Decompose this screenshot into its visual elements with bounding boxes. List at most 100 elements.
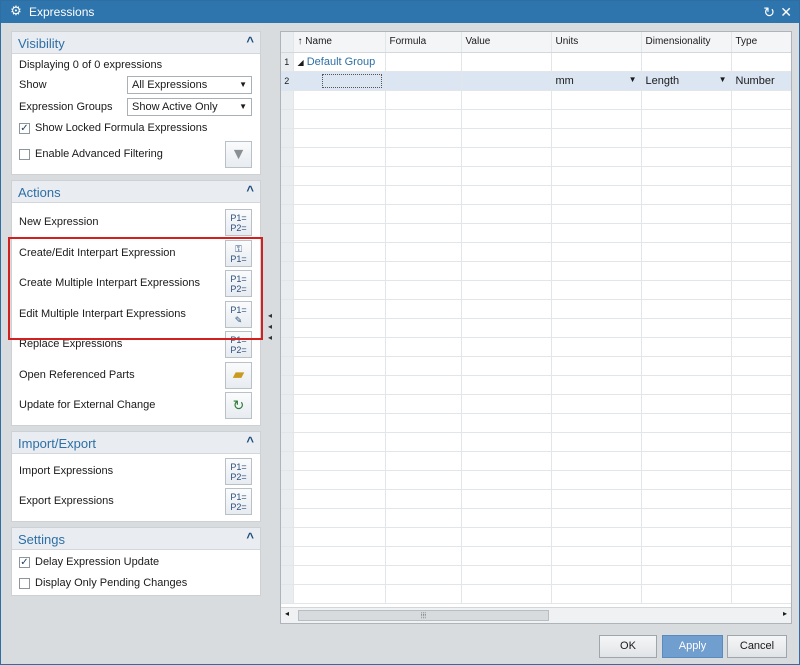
action-new-expression[interactable]: New Expression P1= P2= bbox=[12, 207, 260, 238]
groups-select[interactable]: Show Active Only ▼ bbox=[127, 98, 252, 116]
settings-panel: Settings ^ ✓ Delay Expression Update Dis… bbox=[11, 526, 261, 596]
scroll-thumb[interactable]: ⦙⦙⦙ bbox=[298, 610, 549, 621]
units-cell[interactable]: mm ▼ bbox=[551, 71, 642, 91]
action-create-edit-interpart[interactable]: Create/Edit Interpart Expression ⚿ P1= bbox=[12, 238, 260, 269]
actions-header[interactable]: Actions ^ bbox=[12, 181, 260, 203]
column-header-name[interactable]: ↑ Name bbox=[293, 32, 386, 53]
table-cell bbox=[641, 394, 732, 414]
ok-button[interactable]: OK bbox=[599, 635, 657, 658]
settings-header[interactable]: Settings ^ bbox=[12, 527, 260, 550]
export-expressions-icon[interactable]: P1= P2= bbox=[225, 488, 252, 515]
show-locked-checkbox[interactable]: ✓ bbox=[19, 123, 30, 134]
type-cell[interactable]: Number bbox=[731, 71, 791, 91]
column-header-dimensionality[interactable]: Dimensionality bbox=[641, 32, 732, 53]
column-header-type[interactable]: Type bbox=[731, 32, 791, 53]
table-row[interactable]: 2 mm ▼ Length ▼ Number bbox=[281, 71, 791, 91]
import-expressions-icon[interactable]: P1= P2= bbox=[225, 457, 252, 485]
expressions-table[interactable]: ↑ Name Formula Value Units Dimensionalit… bbox=[280, 31, 792, 624]
action-open-referenced-parts[interactable]: Open Referenced Parts ▰ bbox=[12, 360, 260, 391]
cancel-button[interactable]: Cancel bbox=[727, 635, 787, 658]
column-header-formula[interactable]: Formula bbox=[385, 32, 462, 53]
panel-splitter[interactable]: ◂ ◂ ◂ bbox=[267, 31, 277, 627]
table-cell bbox=[385, 280, 462, 300]
apply-button[interactable]: Apply bbox=[662, 635, 723, 658]
collapse-arrow-icon[interactable]: ◂ bbox=[268, 322, 272, 331]
empty-row bbox=[281, 489, 791, 509]
column-header-value[interactable]: Value bbox=[460, 32, 552, 53]
chevron-down-icon[interactable]: ▼ bbox=[719, 75, 727, 84]
formula-cell[interactable] bbox=[385, 71, 462, 91]
show-select[interactable]: All Expressions ▼ bbox=[127, 76, 252, 94]
table-cell[interactable] bbox=[460, 52, 552, 72]
table-cell bbox=[293, 470, 386, 490]
visibility-header[interactable]: Visibility ^ bbox=[12, 32, 260, 54]
empty-row bbox=[281, 451, 791, 471]
column-header-units[interactable]: Units bbox=[551, 32, 642, 53]
close-icon[interactable]: ✕ bbox=[780, 3, 792, 21]
table-cell bbox=[551, 204, 642, 224]
replace-expressions-icon[interactable]: P1= P2= bbox=[225, 331, 252, 358]
table-cell bbox=[385, 584, 462, 604]
action-replace-expressions[interactable]: Replace Expressions P1= P2= bbox=[12, 329, 260, 360]
chevron-up-icon[interactable]: ^ bbox=[246, 434, 254, 449]
table-cell bbox=[641, 375, 732, 395]
group-cell[interactable]: ◢ Default Group bbox=[293, 52, 386, 72]
value-cell[interactable] bbox=[460, 71, 552, 91]
table-cell bbox=[641, 204, 732, 224]
reset-icon[interactable]: ↻ bbox=[763, 3, 775, 21]
table-cell[interactable] bbox=[641, 52, 732, 72]
row-number: 1 bbox=[281, 52, 294, 72]
scroll-left-icon[interactable]: ◂ bbox=[285, 609, 289, 618]
table-row[interactable]: 1 ◢ Default Group bbox=[281, 52, 791, 72]
horizontal-scrollbar[interactable]: ◂ ⦙⦙⦙ ▸ bbox=[281, 607, 791, 623]
empty-row bbox=[281, 204, 791, 224]
table-cell[interactable] bbox=[731, 52, 791, 72]
new-expression-icon[interactable]: P1= P2= bbox=[225, 209, 252, 236]
table-cell bbox=[385, 185, 462, 205]
table-cell bbox=[385, 204, 462, 224]
action-update-external-change[interactable]: Update for External Change ↻ bbox=[12, 390, 260, 421]
chevron-down-icon[interactable]: ▼ bbox=[629, 75, 637, 84]
table-cell bbox=[460, 508, 552, 528]
update-external-icon[interactable]: ↻ bbox=[225, 392, 252, 419]
table-cell bbox=[293, 128, 386, 148]
table-cell bbox=[551, 584, 642, 604]
scroll-right-icon[interactable]: ▸ bbox=[783, 609, 787, 618]
chevron-up-icon[interactable]: ^ bbox=[246, 34, 254, 49]
open-folder-icon[interactable]: ▰ bbox=[225, 361, 252, 389]
name-input-cell[interactable] bbox=[293, 71, 386, 91]
table-cell bbox=[641, 318, 732, 338]
multiple-interpart-icon[interactable]: P1= P2= bbox=[225, 270, 252, 297]
chevron-up-icon[interactable]: ^ bbox=[246, 530, 254, 545]
action-create-multiple-interpart[interactable]: Create Multiple Interpart Expressions P1… bbox=[12, 268, 260, 299]
table-cell bbox=[731, 584, 791, 604]
collapse-arrow-icon[interactable]: ◂ bbox=[268, 333, 272, 342]
filter-icon[interactable]: ▼ bbox=[225, 141, 252, 168]
import-export-header[interactable]: Import/Export ^ bbox=[12, 431, 260, 454]
table-cell bbox=[731, 299, 791, 319]
table-cell bbox=[293, 375, 386, 395]
row-number bbox=[281, 451, 294, 471]
row-number bbox=[281, 546, 294, 566]
table-cell bbox=[460, 128, 552, 148]
action-export-expressions[interactable]: Export Expressions P1= P2= bbox=[12, 486, 260, 517]
collapse-arrow-icon[interactable]: ◂ bbox=[268, 311, 272, 320]
name-input[interactable] bbox=[321, 73, 382, 88]
edit-multiple-interpart-icon[interactable]: P1= ✎ bbox=[225, 300, 252, 328]
interpart-expression-icon[interactable]: ⚿ P1= bbox=[225, 239, 252, 267]
table-cell bbox=[293, 185, 386, 205]
row-number bbox=[281, 356, 294, 376]
dimensionality-value: Length bbox=[645, 74, 680, 87]
advanced-filtering-checkbox[interactable] bbox=[19, 149, 30, 160]
chevron-up-icon[interactable]: ^ bbox=[246, 183, 254, 198]
action-edit-multiple-interpart[interactable]: Edit Multiple Interpart Expressions P1= ✎ bbox=[12, 299, 260, 330]
actions-title: Actions bbox=[18, 185, 61, 200]
delay-update-checkbox[interactable]: ✓ bbox=[19, 556, 30, 568]
dimensionality-cell[interactable]: Length ▼ bbox=[641, 71, 732, 91]
table-cell bbox=[551, 394, 642, 414]
table-cell bbox=[731, 565, 791, 585]
pending-only-checkbox[interactable] bbox=[19, 577, 30, 589]
table-cell[interactable] bbox=[551, 52, 642, 72]
table-cell[interactable] bbox=[385, 52, 462, 72]
action-import-expressions[interactable]: Import Expressions P1= P2= bbox=[12, 456, 260, 487]
